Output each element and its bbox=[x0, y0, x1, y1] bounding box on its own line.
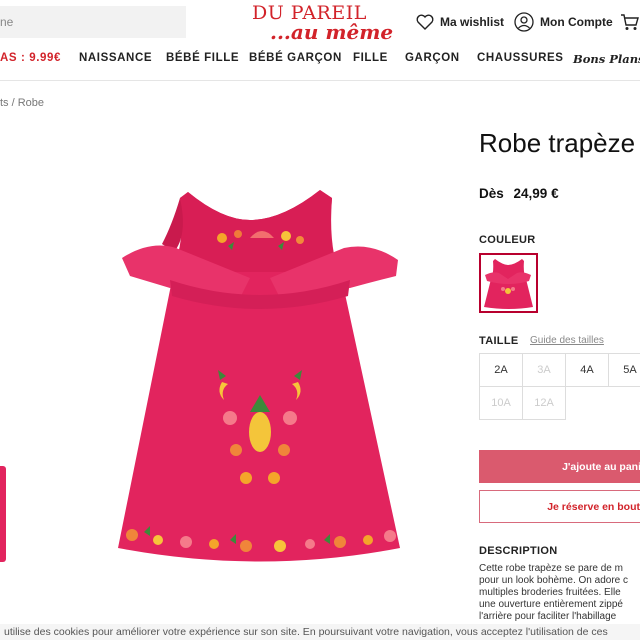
reserve-in-store-button[interactable]: Je réserve en bout bbox=[479, 490, 640, 523]
description-text: Cette robe trapèze se pare de m pour un … bbox=[479, 563, 640, 623]
wishlist-link[interactable]: Ma wishlist bbox=[416, 12, 504, 32]
search-input[interactable]: ne bbox=[0, 6, 186, 38]
main-nav: AS : 9.99€ NAISSANCE BÉBÉ FILLE BÉBÉ GAR… bbox=[0, 52, 640, 70]
size-option[interactable]: 2A bbox=[479, 353, 523, 387]
wishlist-label: Ma wishlist bbox=[440, 15, 505, 29]
nav-item-garcon[interactable]: GARÇON bbox=[405, 52, 460, 64]
color-swatch-selected[interactable] bbox=[479, 253, 538, 313]
color-label: COULEUR bbox=[479, 234, 536, 246]
cart-icon bbox=[621, 14, 639, 30]
price-amount: 24,99 € bbox=[513, 186, 559, 201]
nav-item-bebe-fille[interactable]: BÉBÉ FILLE bbox=[166, 52, 239, 64]
price-prefix: Dès bbox=[479, 186, 504, 201]
size-label: TAILLE bbox=[479, 335, 519, 347]
nav-item-promo[interactable]: AS : 9.99€ bbox=[0, 52, 61, 64]
description-line: multiples broderies fruitées. Elle bbox=[479, 587, 621, 598]
nav-divider bbox=[0, 80, 640, 81]
size-guide-link[interactable]: Guide des tailles bbox=[530, 335, 604, 346]
nav-item-bebe-garcon[interactable]: BÉBÉ GARÇON bbox=[249, 52, 342, 64]
size-option: 10A bbox=[479, 386, 523, 420]
product-price: Dès 24,99 € bbox=[479, 186, 559, 201]
size-option: 3A bbox=[522, 353, 566, 387]
thumbnail-image[interactable] bbox=[0, 466, 6, 562]
nav-item-naissance[interactable]: NAISSANCE bbox=[79, 52, 152, 64]
breadcrumb[interactable]: ts / Robe bbox=[0, 97, 44, 109]
search-placeholder: ne bbox=[0, 15, 14, 29]
heart-icon bbox=[416, 14, 434, 30]
size-option[interactable]: 4A bbox=[565, 353, 609, 387]
description-line: une ouverture entièrement zippé bbox=[479, 599, 623, 610]
add-to-cart-button[interactable]: J'ajoute au pani bbox=[479, 450, 640, 483]
account-link[interactable]: Mon Compte bbox=[514, 12, 613, 32]
logo-line2: ...au même bbox=[270, 20, 394, 44]
cart-link[interactable] bbox=[620, 12, 640, 32]
user-icon bbox=[514, 12, 534, 32]
size-option: 12A bbox=[522, 386, 566, 420]
cookie-banner: utilise des cookies pour améliorer votre… bbox=[0, 624, 640, 640]
description-title: DESCRIPTION bbox=[479, 545, 558, 557]
nav-item-fille[interactable]: FILLE bbox=[353, 52, 388, 64]
description-line: Cette robe trapèze se pare de m bbox=[479, 563, 623, 574]
nav-item-bons-plans[interactable]: Bons Plans D bbox=[573, 52, 640, 66]
description-line: pour un look bohème. On adore c bbox=[479, 575, 628, 586]
product-image[interactable] bbox=[110, 180, 410, 575]
description-line: l'arrière pour faciliter l'habillage bbox=[479, 611, 617, 622]
account-label: Mon Compte bbox=[540, 15, 613, 29]
product-title: Robe trapèze bbox=[479, 128, 636, 158]
size-option[interactable]: 5A bbox=[608, 353, 640, 387]
brand-logo[interactable]: DU PAREIL ...au même bbox=[248, 2, 413, 46]
nav-item-chaussures[interactable]: CHAUSSURES bbox=[477, 52, 564, 64]
